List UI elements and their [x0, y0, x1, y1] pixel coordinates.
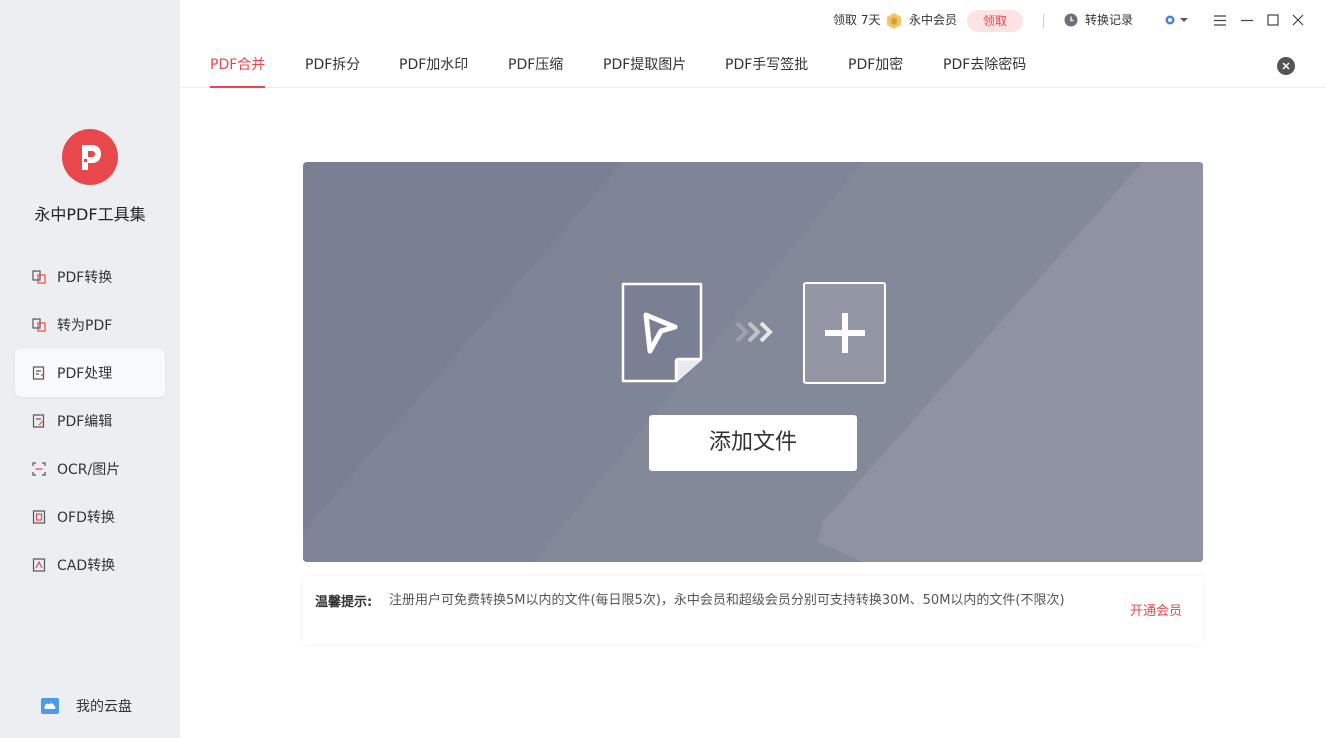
- tab-pdf-handwrite-sign[interactable]: PDF手写签批: [725, 54, 808, 88]
- tips-bar: 温馨提示: 注册用户可免费转换5M以内的文件(每日限5次)，永中会员和超级会员分…: [303, 576, 1203, 644]
- sidebar-item-label: CAD转换: [57, 558, 116, 574]
- open-membership-link[interactable]: 开通会员: [1130, 600, 1182, 619]
- file-drop-zone[interactable]: 添加文件: [303, 162, 1203, 562]
- ocr-icon: [32, 462, 46, 476]
- tool-tabs: PDF合并 PDF拆分 PDF加水印 PDF压缩 PDF提取图片 PDF手写签批…: [180, 42, 1326, 88]
- pdf-file-icon: [620, 281, 704, 384]
- sidebar-item-label: OCR/图片: [57, 462, 121, 478]
- member-label: 永中会员: [909, 13, 958, 27]
- history-clock-icon: [1064, 13, 1078, 31]
- to-pdf-icon: [32, 318, 46, 332]
- sidebar-item-ofd[interactable]: OFD转换: [15, 493, 165, 541]
- sidebar-item-pdf-convert[interactable]: PDF转换: [15, 253, 165, 301]
- claim-button[interactable]: 领取: [967, 10, 1023, 32]
- sidebar-nav: PDF转换 转为PDF PDF处理 PDF编辑 OCR/图片 OFD转换 CAD…: [15, 253, 165, 589]
- sidebar-item-label: 转为PDF: [57, 318, 113, 334]
- sidebar-item-to-pdf[interactable]: 转为PDF: [15, 301, 165, 349]
- maximize-icon[interactable]: [1266, 13, 1280, 27]
- add-file-button[interactable]: 添加文件: [649, 415, 857, 471]
- ofd-icon: [32, 510, 46, 524]
- sidebar-item-label: OFD转换: [57, 510, 115, 526]
- tab-pdf-split[interactable]: PDF拆分: [305, 54, 360, 88]
- title-bar: 领取 7天 永中会员 领取 转换记录: [180, 0, 1326, 42]
- divider: [1043, 14, 1044, 28]
- edit-icon: [32, 414, 46, 428]
- close-panel-icon[interactable]: [1277, 57, 1295, 75]
- member-badge-icon: [887, 13, 901, 33]
- cloud-label: 我的云盘: [76, 699, 132, 715]
- sidebar-item-label: PDF转换: [57, 270, 113, 286]
- minimize-icon[interactable]: [1240, 13, 1254, 27]
- tab-pdf-watermark[interactable]: PDF加水印: [399, 54, 468, 88]
- tab-pdf-compress[interactable]: PDF压缩: [508, 54, 563, 88]
- conversion-history-button[interactable]: 转换记录: [1085, 12, 1133, 28]
- tab-pdf-encrypt[interactable]: PDF加密: [848, 54, 903, 88]
- sidebar-item-label: PDF处理: [57, 366, 113, 382]
- cloud-drive-icon: [40, 696, 60, 716]
- tab-pdf-merge[interactable]: PDF合并: [210, 54, 266, 88]
- add-file-plus-icon[interactable]: [803, 282, 886, 384]
- sidebar-item-cad[interactable]: CAD转换: [15, 541, 165, 589]
- merge-arrows-icon: [735, 320, 777, 348]
- tab-pdf-remove-password[interactable]: PDF去除密码: [943, 54, 1026, 88]
- sidebar-item-pdf-edit[interactable]: PDF编辑: [15, 397, 165, 445]
- claim-days-text: 领取 7天: [833, 13, 881, 27]
- dropzone-background: [303, 162, 1203, 562]
- sidebar: 永中PDF工具集 PDF转换 转为PDF PDF处理 PDF编辑 OCR/图片 …: [0, 0, 180, 738]
- tab-pdf-extract-images[interactable]: PDF提取图片: [603, 54, 686, 88]
- sidebar-item-pdf-process[interactable]: PDF处理: [15, 349, 165, 397]
- user-avatar-dropdown[interactable]: [1165, 14, 1191, 30]
- tips-text: 注册用户可免费转换5M以内的文件(每日限5次)，永中会员和超级会员分别可支持转换…: [389, 593, 1065, 608]
- menu-icon[interactable]: [1213, 13, 1227, 27]
- convert-icon: [32, 270, 46, 284]
- app-logo: [62, 129, 118, 185]
- my-cloud-button[interactable]: 我的云盘: [40, 696, 132, 716]
- sidebar-item-ocr[interactable]: OCR/图片: [15, 445, 165, 493]
- tips-label: 温馨提示:: [315, 595, 373, 610]
- app-name: 永中PDF工具集: [34, 205, 146, 224]
- process-icon: [32, 366, 46, 380]
- cad-icon: [32, 558, 46, 572]
- close-window-icon[interactable]: [1291, 13, 1305, 27]
- sidebar-item-label: PDF编辑: [57, 414, 113, 430]
